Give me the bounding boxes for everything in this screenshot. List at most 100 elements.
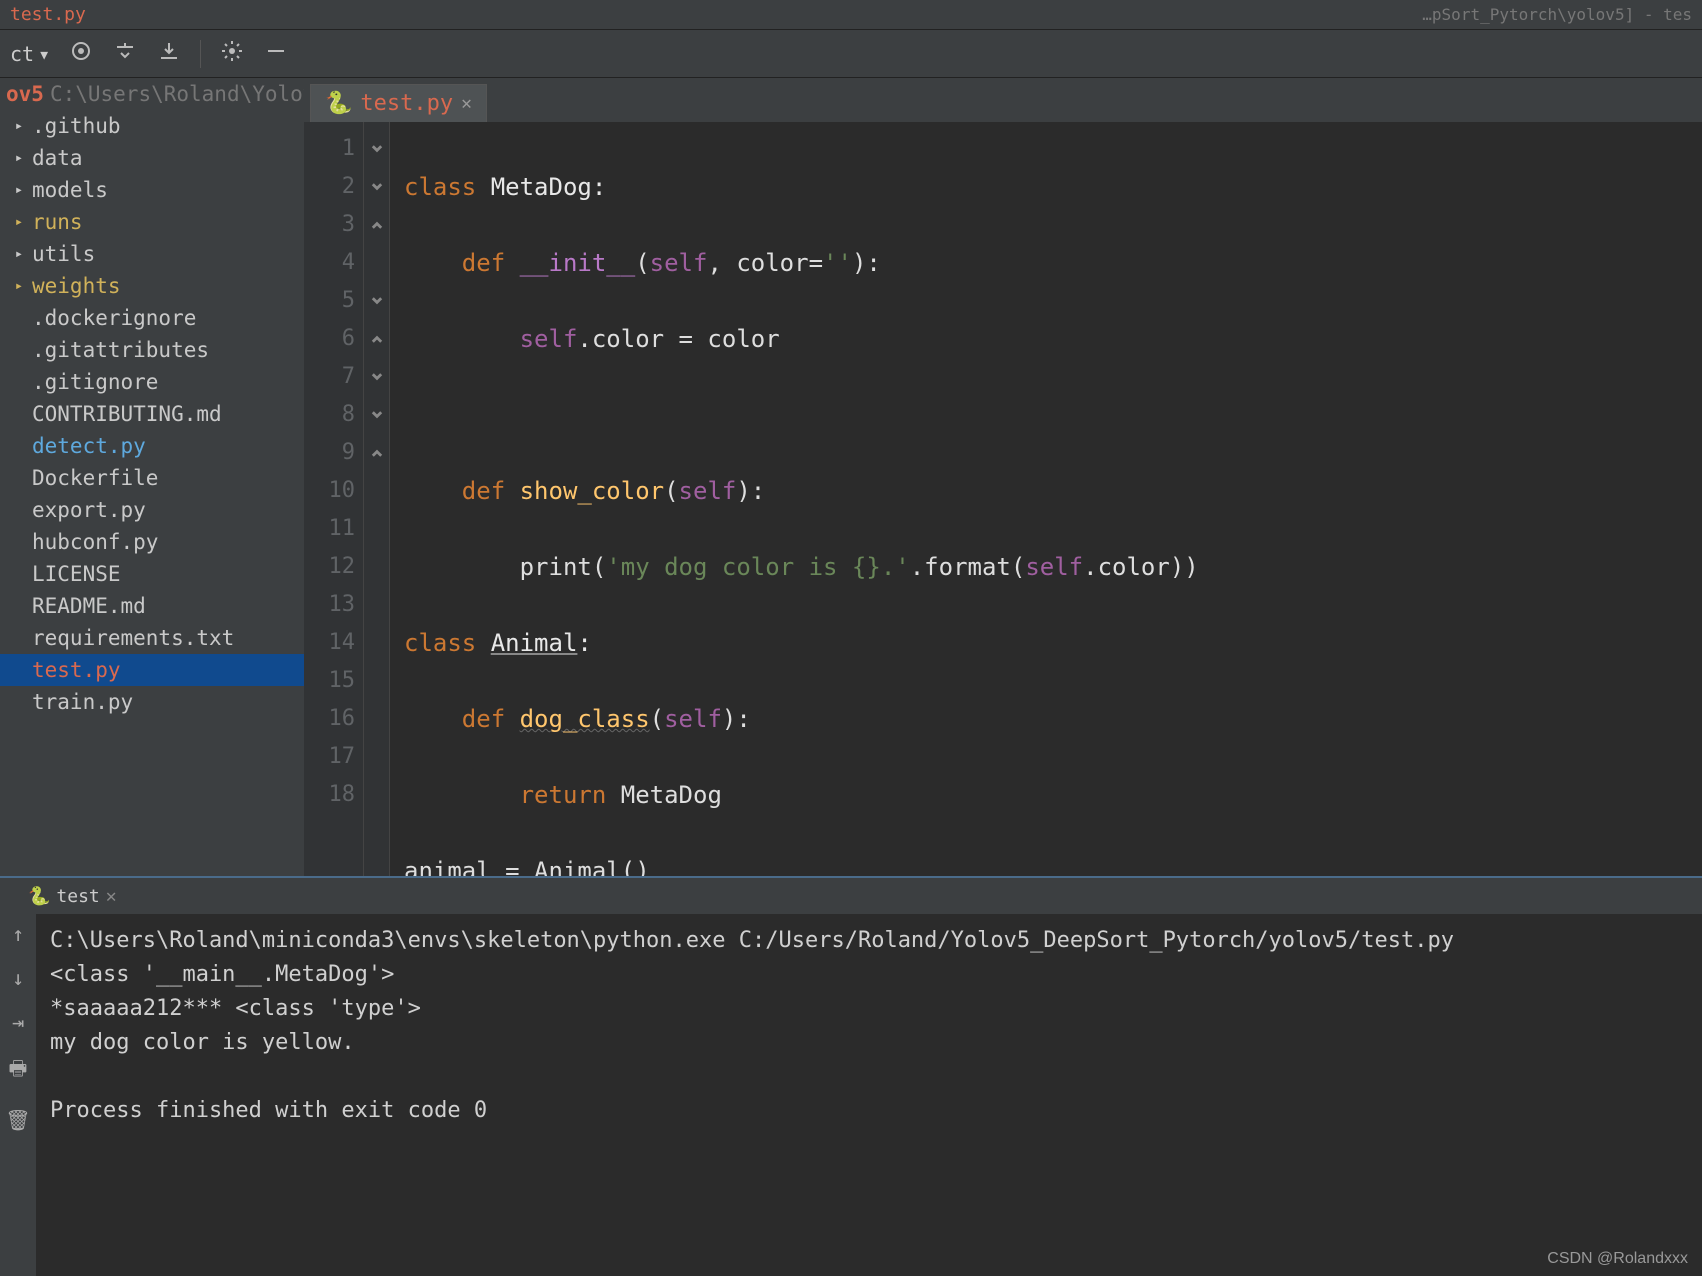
file-icon [10,341,28,359]
file-icon [10,309,28,327]
arrow-down-icon[interactable]: ↓ [12,966,24,990]
tree-item-label: test.py [32,658,121,682]
tree-item-label: runs [32,210,83,234]
file-icon [10,501,28,519]
step-into-icon[interactable] [156,39,182,68]
tree-item[interactable]: detect.py [0,430,304,462]
print-icon[interactable]: 🖶 [9,1054,28,1088]
tree-item-label: Dockerfile [32,466,158,490]
fold-marker[interactable] [364,396,389,434]
file-icon [10,565,28,583]
close-icon[interactable]: ✕ [461,93,472,114]
file-icon [10,693,28,711]
folder-icon: ▸ [10,149,28,167]
target-icon[interactable] [68,39,94,68]
fold-marker[interactable] [364,320,389,358]
file-icon [10,597,28,615]
run-tab-test[interactable]: 🐍 test ✕ [18,882,127,911]
fold-marker[interactable] [364,738,389,776]
tree-item-label: export.py [32,498,146,522]
fold-marker[interactable] [364,206,389,244]
tree-item[interactable]: hubconf.py [0,526,304,558]
editor-body[interactable]: 123456789101112131415161718 class MetaDo… [304,122,1702,876]
fold-marker[interactable] [364,586,389,624]
fold-marker[interactable] [364,662,389,700]
fold-marker[interactable] [364,282,389,320]
tree-item-label: .gitignore [32,370,158,394]
tree-item[interactable]: .gitattributes [0,334,304,366]
tree-item[interactable]: train.py [0,686,304,718]
toolbar: ct ▾ [0,30,1702,78]
line-number: 4 [304,244,355,282]
tree-item[interactable]: .dockerignore [0,302,304,334]
tree-item[interactable]: README.md [0,590,304,622]
folder-icon: ▸ [10,181,28,199]
trash-icon[interactable]: 🗑 [5,1108,30,1132]
tree-item[interactable]: test.py [0,654,304,686]
run-tab-row: 🐍 test ✕ [0,878,1702,914]
tab-test-py[interactable]: 🐍 test.py ✕ [310,84,487,122]
fold-gutter[interactable] [364,122,390,876]
file-icon [10,373,28,391]
tree-item-label: data [32,146,83,170]
tree-item-label: .gitattributes [32,338,209,362]
line-number: 7 [304,358,355,396]
fold-marker[interactable] [364,548,389,586]
step-over-icon[interactable] [112,39,138,68]
minus-icon[interactable] [263,39,289,68]
python-icon: 🐍 [28,886,50,907]
run-output[interactable]: C:\Users\Roland\miniconda3\envs\skeleton… [36,914,1702,1276]
line-number: 6 [304,320,355,358]
title-bar: test.py …pSort_Pytorch\yolov5] - tes [0,0,1702,30]
tree-item[interactable]: CONTRIBUTING.md [0,398,304,430]
fold-marker[interactable] [364,776,389,814]
tree-item[interactable]: .gitignore [0,366,304,398]
line-number: 17 [304,738,355,776]
tree-item[interactable]: ▸.github [0,110,304,142]
file-icon [10,533,28,551]
fold-marker[interactable] [364,434,389,472]
run-config-dropdown[interactable]: ct ▾ [10,42,50,66]
tree-item[interactable]: ▸weights [0,270,304,302]
line-number: 14 [304,624,355,662]
soft-wrap-icon[interactable]: ⇥ [12,1010,24,1034]
tree-item[interactable]: requirements.txt [0,622,304,654]
tree-item-label: CONTRIBUTING.md [32,402,222,426]
line-number: 16 [304,700,355,738]
tree-item-label: models [32,178,108,202]
tree-item[interactable]: ▸utils [0,238,304,270]
tree-item[interactable]: ▸models [0,174,304,206]
file-icon [10,405,28,423]
fold-marker[interactable] [364,700,389,738]
tree-item[interactable]: LICENSE [0,558,304,590]
watermark: CSDN @Rolandxxx [1547,1250,1688,1268]
tree-root[interactable]: ov5 C:\Users\Roland\Yolov5_De [0,78,304,110]
tree-item[interactable]: ▸runs [0,206,304,238]
close-icon[interactable]: ✕ [106,886,117,907]
line-number: 15 [304,662,355,700]
line-number: 10 [304,472,355,510]
fold-marker[interactable] [364,130,389,168]
fold-marker[interactable] [364,168,389,206]
fold-marker[interactable] [364,472,389,510]
fold-marker[interactable] [364,624,389,662]
project-tree[interactable]: ov5 C:\Users\Roland\Yolov5_De ▸.github▸d… [0,78,304,876]
fold-marker[interactable] [364,510,389,548]
line-number: 18 [304,776,355,814]
tree-item[interactable]: Dockerfile [0,462,304,494]
tree-item-label: detect.py [32,434,146,458]
run-panel: 🐍 test ✕ ↑ ↓ ⇥ 🖶 🗑 C:\Users\Roland\minic… [0,876,1702,1276]
line-number: 3 [304,206,355,244]
gear-icon[interactable] [219,39,245,68]
file-icon [10,661,28,679]
line-number: 13 [304,586,355,624]
fold-marker[interactable] [364,244,389,282]
project-root-name: ov5 [6,82,44,106]
tab-label: test.py [360,91,453,116]
tree-item[interactable]: ▸data [0,142,304,174]
fold-marker[interactable] [364,358,389,396]
tree-item[interactable]: export.py [0,494,304,526]
arrow-up-icon[interactable]: ↑ [12,922,24,946]
code-area[interactable]: class MetaDog: def __init__(self, color=… [390,122,1702,876]
tree-item-label: .github [32,114,121,138]
